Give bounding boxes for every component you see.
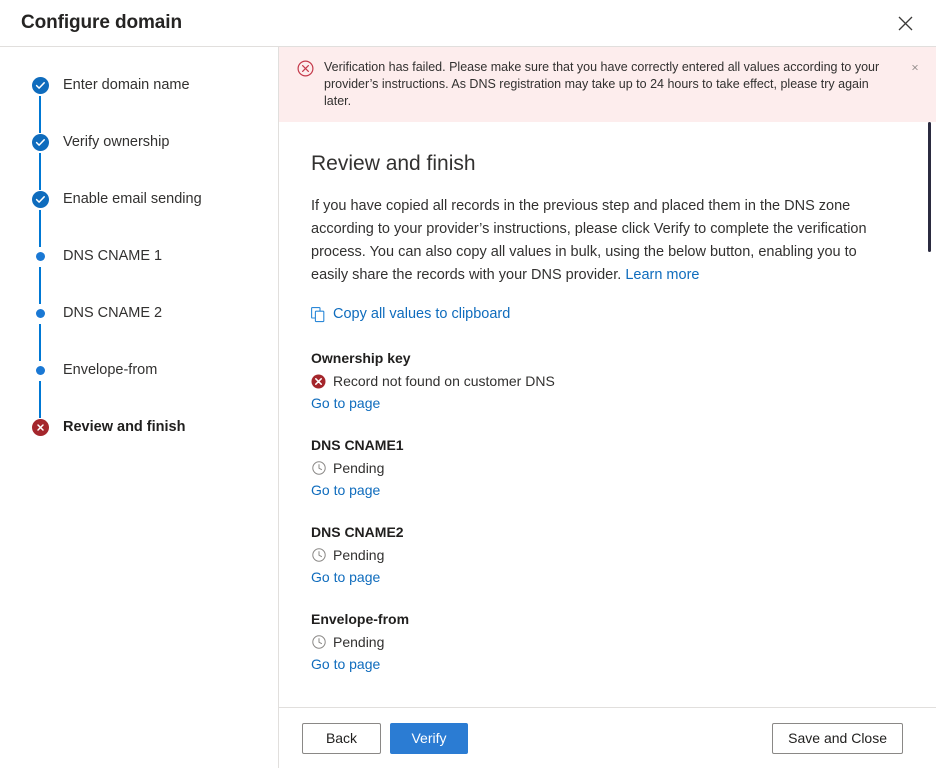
go-to-page-link[interactable]: Go to page	[311, 393, 380, 413]
record-item-dns-cname2: DNS CNAME2 Pending Go to page	[311, 522, 902, 587]
record-status: Pending	[311, 632, 902, 652]
error-filled-icon	[311, 374, 326, 389]
step-marker	[29, 418, 51, 436]
clock-glyph	[312, 548, 326, 562]
error-glyph	[311, 374, 326, 389]
record-title: DNS CNAME2	[311, 522, 902, 542]
step-marker	[29, 133, 51, 151]
sidebar-item-dns-cname-1[interactable]: DNS CNAME 1	[29, 247, 278, 304]
status-badge: Pending	[333, 545, 384, 565]
sidebar-item-label: Enable email sending	[63, 190, 202, 209]
configure-domain-dialog: Configure domain Enter d	[0, 0, 936, 768]
step-marker	[29, 76, 51, 94]
copy-all-values-button[interactable]: Copy all values to clipboard	[311, 305, 510, 324]
sidebar-item-envelope-from[interactable]: Envelope-from	[29, 361, 278, 418]
scrollbar[interactable]	[922, 47, 936, 768]
record-item-envelope-from: Envelope-from Pending Go to page	[311, 609, 902, 674]
go-to-page-link[interactable]: Go to page	[311, 654, 380, 674]
record-item-ownership-key: Ownership key Record not found on custom…	[311, 348, 902, 413]
step-marker	[29, 361, 51, 375]
check-circle-icon	[32, 191, 49, 208]
status-badge: Pending	[333, 458, 384, 478]
check-glyph	[35, 137, 46, 148]
close-glyph	[898, 16, 913, 31]
check-glyph	[35, 194, 46, 205]
go-to-page-link[interactable]: Go to page	[311, 480, 380, 500]
clock-icon	[311, 461, 326, 476]
dialog-header: Configure domain	[0, 0, 936, 47]
learn-more-link[interactable]: Learn more	[625, 267, 699, 283]
status-badge: Record not found on customer DNS	[333, 371, 555, 391]
error-banner-message: Verification has failed. Please make sur…	[324, 59, 922, 110]
sidebar-item-dns-cname-2[interactable]: DNS CNAME 2	[29, 304, 278, 361]
sidebar-item-label: Review and finish	[63, 418, 185, 437]
check-circle-icon	[32, 134, 49, 151]
go-to-page-link[interactable]: Go to page	[311, 567, 380, 587]
error-glyph	[297, 60, 314, 77]
save-and-close-button[interactable]: Save and Close	[772, 723, 903, 754]
sidebar-item-label: Enter domain name	[63, 76, 190, 95]
bullet-dot-icon	[36, 309, 45, 318]
clock-icon	[311, 548, 326, 563]
description-text: If you have copied all records in the pr…	[311, 198, 867, 283]
record-status: Pending	[311, 458, 902, 478]
check-circle-icon	[32, 77, 49, 94]
record-status: Pending	[311, 545, 902, 565]
section-description: If you have copied all records in the pr…	[311, 195, 891, 287]
sidebar-item-label: DNS CNAME 1	[63, 247, 162, 266]
close-icon[interactable]	[888, 6, 922, 40]
main-content: Review and finish If you have copied all…	[279, 122, 936, 707]
wizard-step-list: Enter domain name Verify ownership	[29, 76, 278, 437]
sidebar-item-label: Envelope-from	[63, 361, 157, 380]
wizard-sidebar: Enter domain name Verify ownership	[0, 47, 279, 768]
status-badge: Pending	[333, 632, 384, 652]
step-marker	[29, 247, 51, 261]
back-button[interactable]: Back	[302, 723, 381, 754]
close-glyph	[912, 62, 918, 73]
error-banner: Verification has failed. Please make sur…	[279, 47, 936, 122]
section-title: Review and finish	[311, 150, 902, 177]
sidebar-item-label: Verify ownership	[63, 133, 169, 152]
dialog-body: Enter domain name Verify ownership	[0, 47, 936, 768]
clock-glyph	[312, 635, 326, 649]
sidebar-item-label: DNS CNAME 2	[63, 304, 162, 323]
clock-glyph	[312, 461, 326, 475]
x-glyph	[36, 423, 45, 432]
scrollbar-thumb[interactable]	[928, 122, 931, 252]
copy-glyph	[311, 307, 326, 323]
clock-icon	[311, 635, 326, 650]
record-item-dns-cname1: DNS CNAME1 Pending Go to page	[311, 435, 902, 500]
sidebar-item-enable-email-sending[interactable]: Enable email sending	[29, 190, 278, 247]
error-circle-icon	[297, 60, 314, 77]
sidebar-item-verify-ownership[interactable]: Verify ownership	[29, 133, 278, 190]
record-title: Envelope-from	[311, 609, 902, 629]
bullet-dot-icon	[36, 252, 45, 261]
copy-all-values-label: Copy all values to clipboard	[333, 305, 510, 324]
record-status: Record not found on customer DNS	[311, 371, 902, 391]
verify-button[interactable]: Verify	[390, 723, 468, 754]
main-panel: Verification has failed. Please make sur…	[279, 47, 936, 768]
sidebar-item-enter-domain-name[interactable]: Enter domain name	[29, 76, 278, 133]
error-circle-icon	[32, 419, 49, 436]
dialog-footer: Back Verify Save and Close	[279, 707, 936, 768]
copy-icon	[311, 307, 326, 323]
check-glyph	[35, 80, 46, 91]
record-title: Ownership key	[311, 348, 902, 368]
page-title: Configure domain	[21, 12, 182, 34]
step-marker	[29, 304, 51, 318]
record-title: DNS CNAME1	[311, 435, 902, 455]
sidebar-item-review-and-finish[interactable]: Review and finish	[29, 418, 278, 437]
bullet-dot-icon	[36, 366, 45, 375]
step-marker	[29, 190, 51, 208]
